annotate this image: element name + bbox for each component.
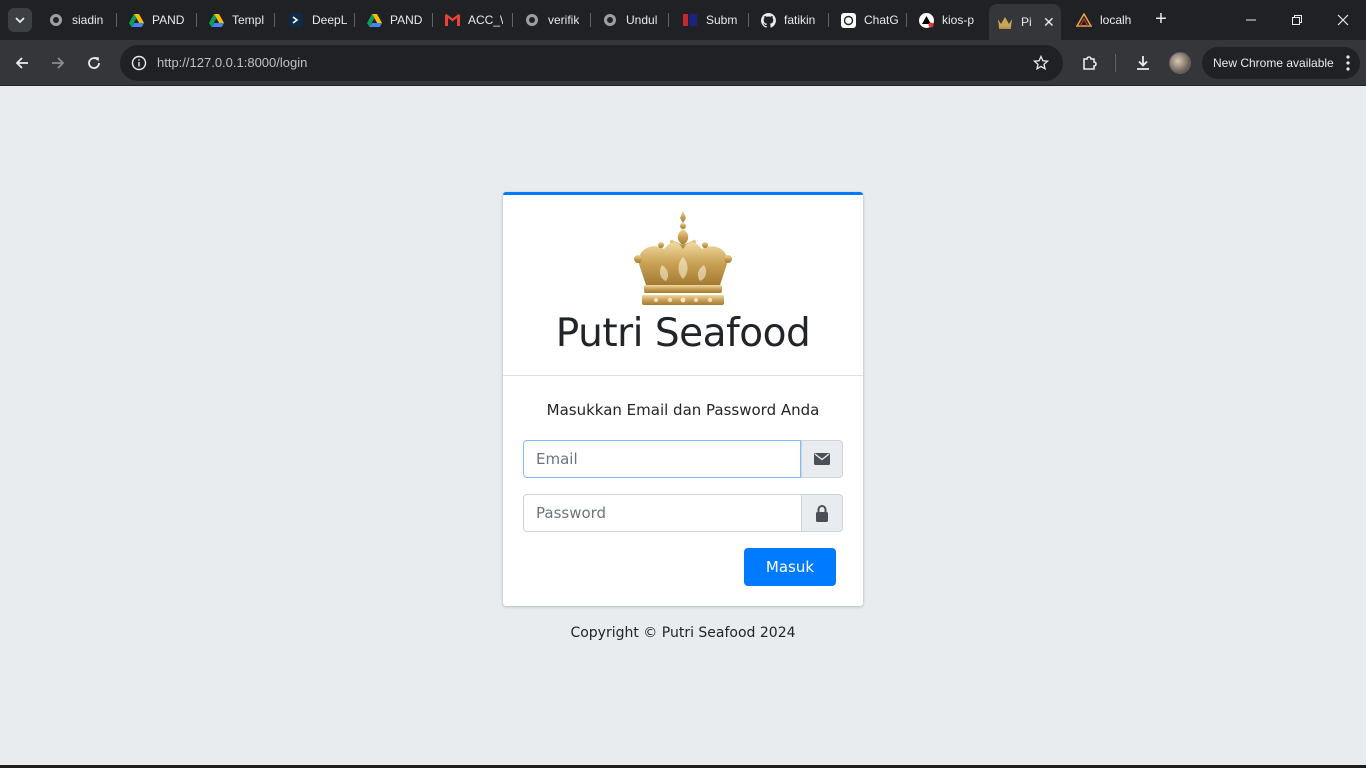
tab-title: localh [1100, 13, 1132, 27]
browser-tab[interactable]: Subm [674, 6, 748, 34]
tab-title: PAND [390, 13, 423, 27]
google-drive-icon [208, 12, 224, 28]
browser-tab[interactable]: ACC_\ [436, 6, 510, 34]
restore-icon [1292, 15, 1302, 25]
extensions-button[interactable] [1076, 49, 1104, 77]
reload-icon [88, 57, 100, 69]
tab-title: siadin [72, 13, 104, 27]
arrow-left-icon [15, 57, 28, 69]
tab-title: Subm [706, 13, 738, 27]
tab-title: fatikin [784, 13, 816, 27]
email-input-group [523, 440, 843, 478]
url-text[interactable]: http://127.0.0.1:8000/login [157, 55, 307, 70]
globe-icon [48, 12, 64, 28]
address-bar[interactable]: http://127.0.0.1:8000/login [120, 45, 1063, 81]
gmail-icon [444, 12, 460, 28]
browser-tab[interactable]: PAND [358, 6, 432, 34]
update-label: New Chrome available [1213, 56, 1334, 70]
new-tab-button[interactable]: + [1150, 9, 1172, 31]
password-input-group [523, 494, 843, 532]
chevron-down-icon [15, 17, 25, 24]
submission-icon [682, 12, 698, 28]
close-tab-icon[interactable]: ✕ [1043, 14, 1055, 31]
password-field[interactable] [523, 494, 801, 532]
login-card-header: Putri Seafood [503, 195, 863, 376]
chrome-update-button[interactable]: New Chrome available [1202, 47, 1360, 79]
restore-button[interactable] [1274, 0, 1320, 40]
tab-title: DeepL [312, 13, 348, 27]
login-message: Masukkan Email dan Password Anda [546, 401, 820, 419]
crown-icon [1076, 12, 1092, 28]
envelope-icon [814, 453, 830, 465]
browser-tab[interactable]: verifik [516, 6, 590, 34]
google-drive-icon [366, 12, 382, 28]
globe-icon [524, 12, 540, 28]
globe-icon [602, 12, 618, 28]
crown-icon [997, 14, 1013, 30]
back-button[interactable] [8, 49, 36, 77]
downloads-button[interactable] [1129, 49, 1157, 77]
lock-icon [816, 504, 828, 522]
puzzle-icon [1083, 56, 1097, 70]
github-icon [760, 12, 776, 28]
more-menu-icon [1346, 55, 1350, 71]
minimize-button[interactable] [1228, 0, 1274, 40]
browser-tab[interactable]: localh [1068, 6, 1142, 34]
browser-tab[interactable]: kios-p [910, 6, 986, 34]
tab-title: ACC_\ [468, 13, 504, 27]
tab-title: Undul [626, 13, 658, 27]
close-icon [1337, 14, 1349, 26]
google-drive-icon [128, 12, 144, 28]
password-addon [801, 494, 843, 532]
browser-tab[interactable]: siadin [40, 6, 114, 34]
browser-toolbar: http://127.0.0.1:8000/login New Chrome a… [0, 40, 1366, 86]
tab-title: Templ [232, 13, 265, 27]
tab-title: PAND [152, 13, 185, 27]
reload-button[interactable] [80, 49, 108, 77]
tab-title: kios-p [942, 13, 975, 27]
browser-tab[interactable]: fatikin [752, 6, 826, 34]
login-submit-button[interactable]: Masuk [744, 548, 836, 586]
minimize-icon [1246, 19, 1256, 21]
crown-logo [634, 211, 732, 305]
site-info-icon[interactable] [128, 52, 150, 74]
close-window-button[interactable] [1320, 0, 1366, 40]
copyright-text: Copyright © Putri Seafood 2024 [570, 625, 796, 641]
deepl-icon [288, 12, 304, 28]
browser-tab[interactable]: Templ [200, 6, 274, 34]
browser-tab[interactable]: Undul [594, 6, 668, 34]
arrow-right-icon [52, 57, 65, 69]
browser-tab-active[interactable]: Pi ✕ [989, 4, 1061, 40]
download-icon [1137, 56, 1149, 70]
tab-title: verifik [548, 13, 580, 27]
tab-title: Pi [1021, 15, 1032, 29]
tab-title: ChatG [864, 13, 899, 27]
email-field[interactable] [523, 440, 801, 478]
brand-name: Putri Seafood [555, 311, 811, 356]
chatgpt-icon [840, 12, 856, 28]
browser-tab[interactable]: DeepL [280, 6, 354, 34]
email-addon [801, 440, 843, 478]
browser-tab[interactable]: ChatG [832, 6, 906, 34]
profile-avatar[interactable] [1169, 52, 1191, 74]
login-card: Putri Seafood Masukkan Email dan Passwor… [503, 192, 863, 606]
forward-button[interactable] [44, 49, 72, 77]
browser-tab[interactable]: PAND [120, 6, 194, 34]
bookmark-star-icon[interactable] [1031, 53, 1051, 73]
vercel-icon [918, 12, 934, 28]
browser-tab-strip: siadin PAND Templ DeepL PAND ACC_\ verif… [0, 0, 1366, 40]
tab-search-button[interactable] [8, 8, 32, 32]
